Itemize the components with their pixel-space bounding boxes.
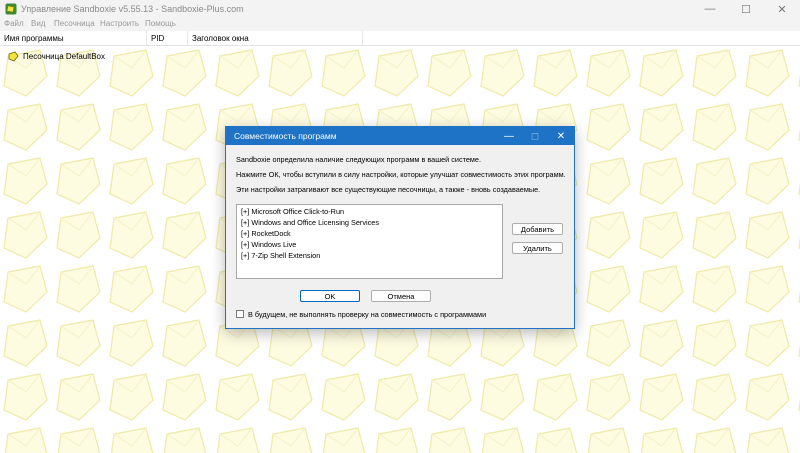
dialog-title: Совместимость программ [234, 131, 337, 141]
dialog-close-button[interactable]: ✕ [548, 127, 574, 145]
remove-button[interactable]: Удалить [512, 242, 563, 254]
ok-button[interactable]: OK [300, 290, 360, 302]
menu-help[interactable]: Помощь [145, 19, 176, 28]
dialog-maximize-button[interactable]: ◻ [522, 127, 548, 145]
menu-file[interactable]: Файл [4, 19, 24, 28]
program-list[interactable]: [+] Microsoft Office Click-to-Run [+] Wi… [236, 204, 503, 279]
menu-bar: Файл Вид Песочница Настроить Помощь [0, 18, 800, 31]
dialog-title-bar: Совместимость программ — ◻ ✕ [226, 127, 574, 145]
close-icon: ✕ [556, 130, 566, 142]
maximize-icon: ☐ [741, 3, 751, 16]
list-item[interactable]: [+] Microsoft Office Click-to-Run [241, 207, 344, 216]
close-button[interactable]: ✕ [764, 0, 800, 18]
menu-view[interactable]: Вид [31, 19, 45, 28]
tree-item-defaultbox[interactable]: Песочница DefaultBox [8, 50, 105, 62]
column-window-title[interactable]: Заголовок окна [192, 34, 249, 43]
minimize-icon: — [704, 3, 716, 15]
skip-compat-check-label[interactable]: В будущем, не выполнять проверку на совм… [248, 310, 486, 319]
column-divider[interactable] [187, 31, 188, 45]
title-bar: Управление Sandboxie v5.55.13 - Sandboxi… [0, 0, 800, 18]
column-divider[interactable] [146, 31, 147, 45]
skip-compat-check-checkbox[interactable] [236, 310, 244, 318]
sandbox-icon [8, 51, 19, 61]
list-item[interactable]: [+] Windows Live [241, 240, 296, 249]
maximize-button[interactable]: ☐ [728, 0, 764, 18]
minimize-icon: — [504, 130, 514, 142]
window-title: Управление Sandboxie v5.55.13 - Sandboxi… [21, 4, 244, 14]
close-icon: ✕ [777, 3, 787, 16]
maximize-icon: ◻ [530, 130, 540, 142]
column-pid[interactable]: PID [151, 34, 164, 43]
dialog-minimize-button[interactable]: — [496, 127, 522, 145]
column-program-name[interactable]: Имя программы [4, 34, 64, 43]
compatibility-dialog: Совместимость программ — ◻ ✕ Sandboxie о… [225, 126, 575, 329]
column-divider[interactable] [362, 31, 363, 45]
menu-sandbox[interactable]: Песочница [54, 19, 95, 28]
menu-configure[interactable]: Настроить [100, 19, 139, 28]
sandboxie-logo-icon [5, 3, 17, 15]
list-item[interactable]: [+] RocketDock [241, 229, 291, 238]
dialog-message-1: Sandboxie определила наличие следующих п… [236, 155, 482, 164]
minimize-button[interactable]: — [692, 0, 728, 18]
list-item[interactable]: [+] Windows and Office Licensing Service… [241, 218, 379, 227]
add-button[interactable]: Добавить [512, 223, 563, 235]
column-header: Имя программы PID Заголовок окна [0, 31, 800, 46]
cancel-button[interactable]: Отмена [371, 290, 431, 302]
dialog-message-2: Нажмите ОК, чтобы вступили в силу настро… [236, 170, 566, 179]
sandbox-label: Песочница DefaultBox [23, 51, 106, 61]
list-item[interactable]: [+] 7-Zip Shell Extension [241, 251, 320, 260]
dialog-message-3: Эти настройки затрагивают все существующ… [236, 185, 541, 194]
